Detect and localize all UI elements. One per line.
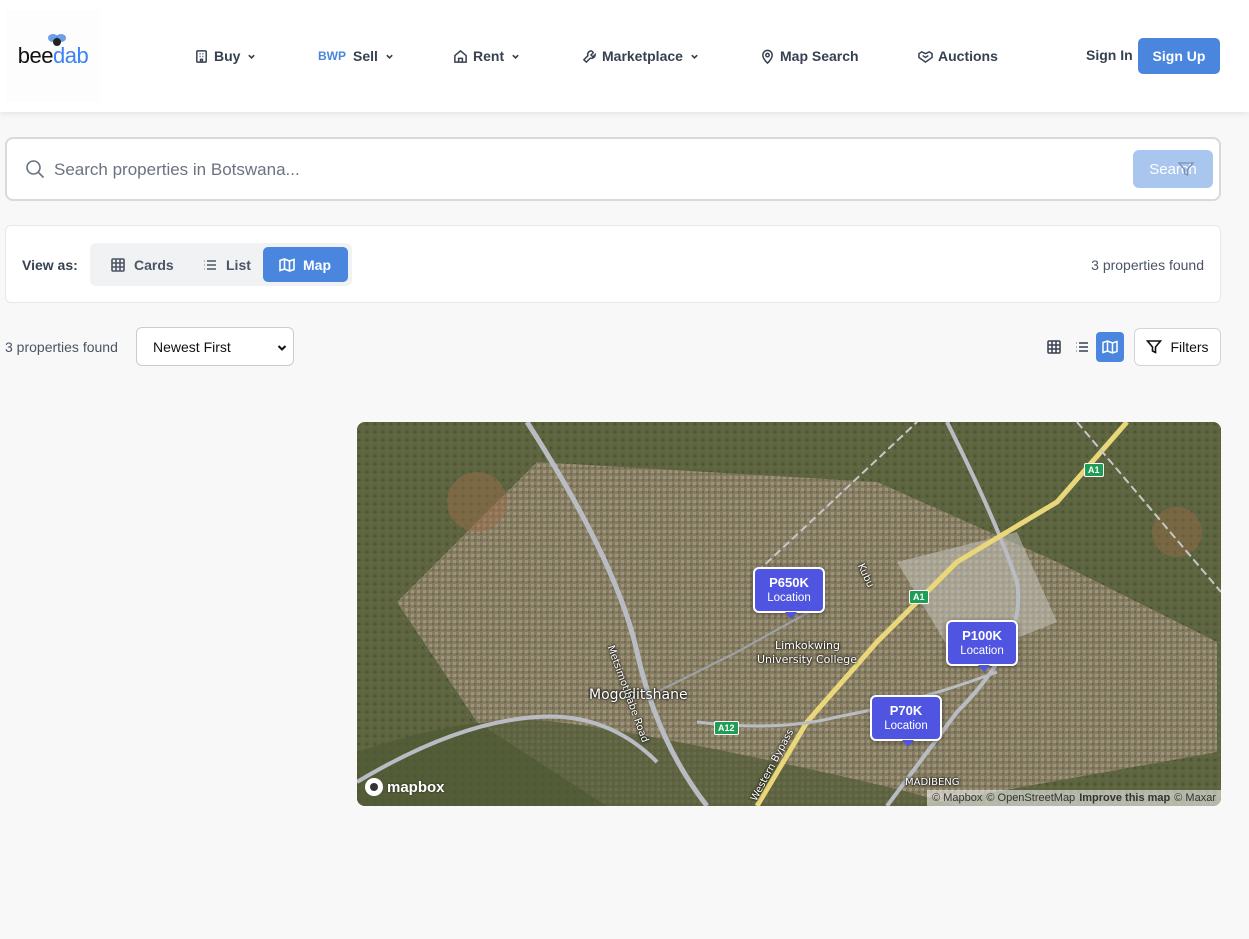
sign-up-button[interactable]: Sign Up — [1138, 38, 1220, 74]
view-as-label: View as: — [22, 257, 78, 273]
nav-sell[interactable]: BWP Sell — [318, 44, 394, 68]
nav-auctions[interactable]: Auctions — [918, 44, 998, 68]
map-icon — [279, 257, 295, 272]
map-icon — [1102, 340, 1118, 354]
map-label-college-1: Limkokwing — [775, 639, 840, 652]
compact-view-toggle — [1039, 332, 1125, 362]
property-marker[interactable]: P70K Location — [870, 695, 942, 747]
chevron-down-icon — [248, 54, 256, 59]
results-count-secondary: 3 properties found — [5, 339, 118, 355]
view-toggle-group: Cards List Map — [90, 243, 352, 286]
map-label-district: MADIBENG — [905, 777, 960, 788]
view-cards-label: Cards — [134, 256, 174, 273]
sort-select[interactable]: Newest First — [136, 327, 294, 366]
nav-rent-label: Rent — [473, 48, 505, 64]
marker-price: P100K — [962, 628, 1002, 643]
map-label-college-2: University College — [757, 653, 858, 666]
bee-icon — [47, 34, 66, 46]
marker-price: P70K — [889, 703, 923, 718]
view-map-button[interactable]: Map — [263, 247, 348, 282]
view-list-button[interactable]: List — [188, 247, 264, 282]
road-shield-a1-mid: A1 — [909, 590, 929, 604]
view-cards-button[interactable]: Cards — [96, 247, 188, 282]
grid-icon — [1047, 340, 1061, 354]
chevron-down-icon — [386, 54, 393, 59]
map-pin-icon — [762, 49, 773, 64]
search-bar: Search — [5, 137, 1221, 201]
marker-location: Location — [960, 645, 1004, 657]
nav-map-search-label: Map Search — [780, 48, 859, 64]
logo-text: beedab — [18, 34, 89, 69]
nav-marketplace-label: Marketplace — [602, 48, 683, 64]
nav-buy-label: Buy — [214, 48, 241, 64]
nav-auctions-label: Auctions — [938, 48, 998, 64]
filters-label: Filters — [1170, 339, 1209, 355]
nav-sell-label: Sell — [353, 48, 378, 64]
view-map-label: Map — [303, 256, 331, 273]
attribution-maxar-link[interactable]: © Maxar — [1174, 792, 1216, 804]
improve-map-link[interactable]: Improve this map — [1079, 792, 1170, 804]
compact-map-button[interactable] — [1096, 332, 1124, 362]
nav-rent[interactable]: Rent — [453, 44, 520, 68]
list-icon — [1076, 342, 1088, 352]
property-map[interactable]: Mogoditshane Limkokwing University Colle… — [357, 422, 1221, 806]
chevron-down-icon — [277, 345, 287, 351]
grid-icon — [111, 257, 125, 272]
property-marker[interactable]: P100K Location — [946, 620, 1018, 672]
search-button[interactable]: Search — [1133, 150, 1213, 188]
mapbox-logo-icon — [365, 778, 383, 796]
mapbox-logo-text: mapbox — [387, 778, 445, 796]
nav-buy[interactable]: Buy — [194, 44, 256, 68]
view-list-label: List — [226, 256, 251, 273]
home-icon — [454, 49, 467, 63]
compact-list-button[interactable] — [1068, 332, 1096, 362]
building-icon — [196, 49, 207, 63]
sort-selected-value: Newest First — [153, 338, 231, 355]
compact-grid-button[interactable] — [1040, 332, 1068, 362]
filter-icon — [1177, 162, 1195, 177]
chevron-down-icon — [512, 54, 519, 59]
mapbox-logo[interactable]: mapbox — [365, 778, 445, 796]
nav-marketplace[interactable]: Marketplace — [582, 44, 699, 68]
logo[interactable]: beedab — [6, 10, 100, 102]
search-input[interactable] — [54, 157, 1114, 183]
results-count: 3 properties found — [1091, 257, 1204, 273]
handshake-icon — [918, 50, 933, 63]
view-mode-panel: View as: Cards List Map 3 properties fou… — [5, 225, 1221, 303]
marker-location: Location — [884, 720, 928, 732]
sign-in-link[interactable]: Sign In — [1086, 47, 1133, 63]
nav-map-search[interactable]: Map Search — [760, 44, 859, 68]
marker-price: P650K — [769, 575, 809, 590]
marker-location: Location — [767, 592, 811, 604]
top-header: beedab Buy BWP Sell Rent Marketplace Map… — [0, 0, 1249, 112]
attribution-mapbox-link[interactable]: © Mapbox — [932, 792, 982, 804]
map-label-town: Mogoditshane — [589, 687, 688, 703]
attribution-osm-link[interactable]: © OpenStreetMap — [986, 792, 1075, 804]
search-icon — [26, 160, 45, 179]
road-shield-a1: A1 — [1084, 463, 1104, 477]
currency-icon: BWP — [318, 49, 346, 63]
wrench-icon — [582, 49, 596, 63]
map-attribution: © Mapbox © OpenStreetMap Improve this ma… — [927, 790, 1221, 806]
filters-button[interactable]: Filters — [1134, 328, 1221, 366]
filter-icon — [1146, 340, 1163, 354]
chevron-down-icon — [691, 54, 698, 59]
property-marker[interactable]: P650K Location — [753, 567, 825, 619]
road-shield-a12: A12 — [714, 721, 739, 735]
list-icon — [204, 259, 216, 270]
